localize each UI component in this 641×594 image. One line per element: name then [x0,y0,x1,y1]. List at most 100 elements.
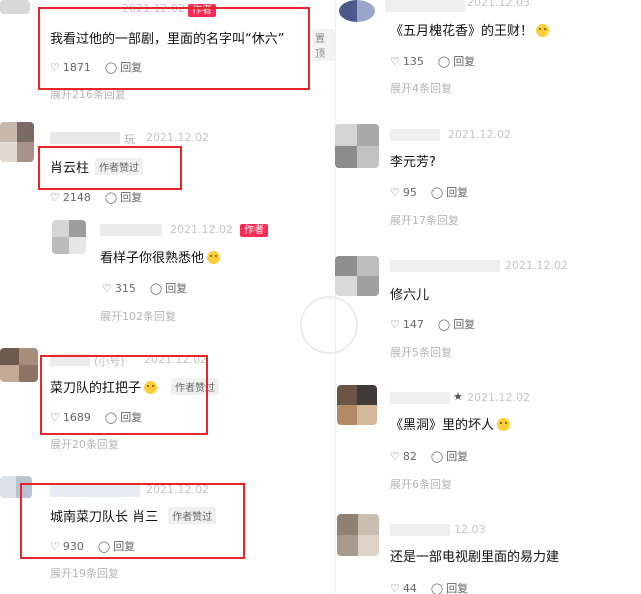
like-button[interactable]: ♡ 147 [390,318,424,331]
reply-button[interactable]: ◯ 回复 [438,53,475,69]
comment-actions: ♡ 2148 ◯ 回复 [50,189,142,205]
avatar[interactable] [0,122,34,162]
comment-actions: ♡ 82 ◯ 回复 [390,448,468,464]
comment-date: 2021.12.03 [467,0,530,9]
chat-bubble-icon: ◯ [149,281,163,295]
like-button[interactable]: ♡ 44 [390,582,417,594]
comment-actions: ♡ 135 ◯ 回复 [390,53,475,69]
reply-label: 回复 [165,282,188,295]
pinned-badge: 置顶 [312,29,335,61]
username[interactable]: 玩 [124,131,135,147]
comment-actions: ♡ 315 ◯ 回复 [102,280,187,296]
like-count: 82 [402,449,417,463]
avatar[interactable] [52,220,86,254]
like-count: 2148 [62,190,91,204]
like-button[interactable]: ♡ 95 [390,186,417,199]
comment-r2: 2021.12.02 李元芳? ♡ 95 ◯ 回复 展开17条回复 [335,120,641,230]
reply-label: 回复 [120,191,143,204]
expand-replies-link[interactable]: 展开19条回复 [50,565,119,581]
heart-icon: ♡ [50,190,60,204]
like-count: 315 [114,281,136,295]
heart-icon: ♡ [390,317,400,331]
avatar[interactable] [335,256,379,296]
avatar[interactable] [335,124,379,168]
username-blurred [390,524,450,536]
smile-emoji-icon [497,418,511,431]
chat-bubble-icon: ◯ [430,581,444,594]
like-count: 147 [402,317,424,331]
comment-date: 2021.12.02 [146,131,209,144]
comment-r4: ★ 2021.12.02 《黑洞》里的坏人 ♡ 82 ◯ 回复 展开6条回复 [335,383,641,493]
reply-label: 回复 [453,55,476,68]
like-button[interactable]: ♡ 315 [102,282,136,295]
comment-text-main: 《五月槐花香》的王财！ [390,24,534,39]
highlight-box [20,483,245,559]
username-blurred [50,132,120,144]
avatar[interactable] [337,514,379,556]
reply-button[interactable]: ◯ 回复 [105,189,142,205]
heart-icon: ♡ [390,54,400,68]
avatar[interactable] [0,0,30,14]
comment-text: 《黑洞》里的坏人 [390,414,511,433]
comment-actions: ♡ 95 ◯ 回复 [390,184,468,200]
chat-bubble-icon: ◯ [430,185,444,199]
heart-icon: ♡ [390,185,400,199]
smile-emoji-icon [207,251,221,264]
comment-date: 2021.12.02 [170,223,233,236]
author-badge: 作者 [240,224,268,237]
username-blurred [385,0,465,12]
reply-label: 回复 [446,582,469,594]
avatar[interactable] [339,0,375,22]
watermark-logo [300,296,358,354]
reply-button[interactable]: ◯ 回复 [431,580,468,594]
comment-text: 看样子你很熟悉他 [100,247,221,266]
reply-label: 回复 [446,186,469,199]
laughing-emoji-icon [536,24,550,37]
like-button[interactable]: ♡ 135 [390,55,424,68]
like-count: 44 [402,581,417,594]
like-button[interactable]: ♡ 2148 [50,191,91,204]
reply-button[interactable]: ◯ 回复 [431,184,468,200]
username-blurred [100,224,162,236]
comment-text: 《五月槐花香》的王财！ [390,20,550,39]
comment-actions: ♡ 44 ◯ 回复 [390,580,468,594]
reply-button[interactable]: ◯ 回复 [438,316,475,332]
comment-date: 2021.12.02 [448,128,511,141]
reply-label: 回复 [446,450,469,463]
heart-icon: ♡ [102,281,112,295]
expand-replies-link[interactable]: 展开5条回复 [390,344,452,360]
chat-bubble-icon: ◯ [104,190,118,204]
username-blurred [390,260,500,272]
comment-text-main: 看样子你很熟悉他 [100,251,205,266]
left-comment-column: 2021.12.02 作者 我看过他的一部剧，里面的名字叫“休六” 置顶 ♡ 18… [0,0,335,594]
chat-bubble-icon: ◯ [437,54,451,68]
expand-replies-link[interactable]: 展开17条回复 [390,212,459,228]
like-button[interactable]: ♡ 82 [390,450,417,463]
username-blurred [390,392,450,404]
comment-date: 2021.12.02 [467,391,530,404]
comment-text: 修六儿 [390,288,430,303]
comment-r1: 2021.12.03 《五月槐花香》的王财！ ♡ 135 ◯ 回复 展开4条回复 [335,0,641,100]
avatar[interactable] [337,385,377,425]
like-count: 135 [402,54,424,68]
highlight-box [40,355,208,435]
highlight-box [38,146,182,190]
comment-r5: 12.03 还是一部电视剧里面的易力建 ♡ 44 ◯ 回复 [335,512,641,594]
highlight-box [38,7,310,90]
expand-replies-link[interactable]: 展开102条回复 [100,308,176,324]
comment-text-main: 《黑洞》里的坏人 [390,418,495,433]
heart-icon: ♡ [390,449,400,463]
reply-button[interactable]: ◯ 回复 [150,280,187,296]
like-count: 95 [402,185,417,199]
expand-replies-link[interactable]: 展开4条回复 [390,80,452,96]
comment-actions: ♡ 147 ◯ 回复 [390,316,475,332]
reply-button[interactable]: ◯ 回复 [431,448,468,464]
expand-replies-link[interactable]: 展开20条回复 [50,436,119,452]
chat-bubble-icon: ◯ [430,449,444,463]
comment-date: 2021.12.02 [505,259,568,272]
expand-replies-link[interactable]: 展开6条回复 [390,476,452,492]
comment-text: 李元芳? [390,155,436,170]
username-blurred [390,129,440,141]
avatar[interactable] [0,348,38,382]
verified-star-icon: ★ [453,390,463,403]
